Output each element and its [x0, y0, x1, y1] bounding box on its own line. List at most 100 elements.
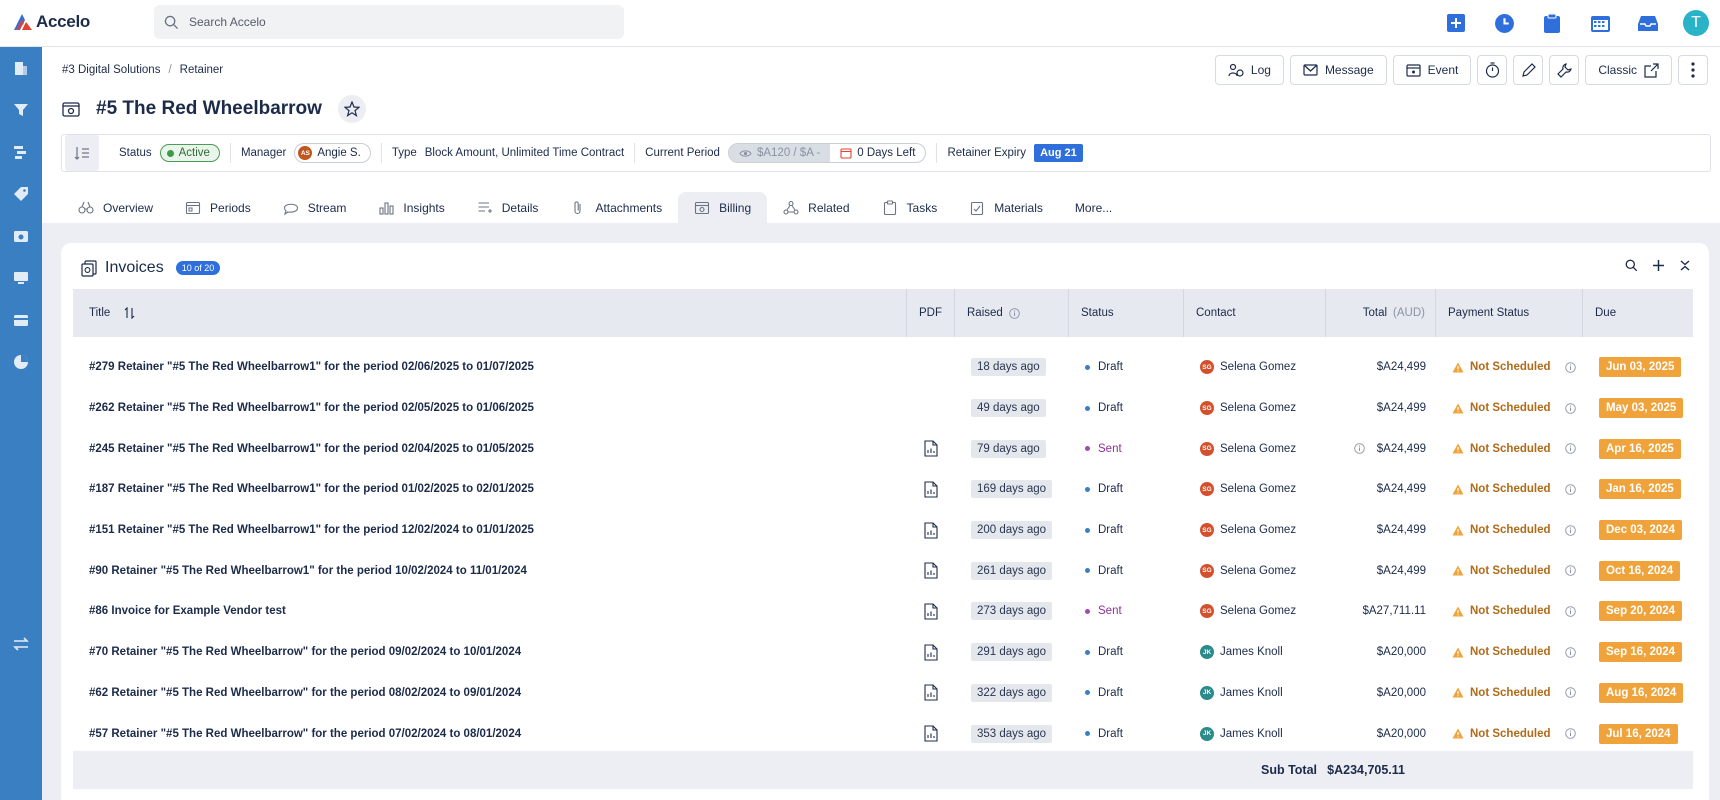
tab-related[interactable]: Related	[767, 192, 865, 224]
accelo-logo[interactable]: Accelo	[12, 11, 90, 33]
tab-more[interactable]: More...	[1059, 192, 1128, 224]
pdf-icon[interactable]	[924, 522, 938, 539]
sidebar-item-sales[interactable]	[0, 89, 42, 131]
tools-button[interactable]	[1549, 55, 1580, 85]
search-input[interactable]	[189, 15, 589, 29]
info-icon[interactable]	[1564, 646, 1576, 658]
tab-periods[interactable]: Periods	[169, 192, 267, 224]
invoice-title[interactable]: #57 Retainer "#5 The Red Wheelbarrow" fo…	[73, 728, 907, 740]
sidebar-item-projects[interactable]	[0, 131, 42, 173]
sidebar-item-billing[interactable]	[0, 299, 42, 341]
breadcrumb-retainer[interactable]: Retainer	[180, 64, 223, 76]
pdf-icon[interactable]	[924, 603, 938, 620]
timer-button[interactable]	[1480, 0, 1528, 46]
tab-billing[interactable]: Billing	[678, 192, 768, 224]
tab-insights[interactable]: Insights	[362, 192, 460, 224]
tab-materials[interactable]: Materials	[953, 192, 1059, 224]
sidebar-item-services[interactable]	[0, 257, 42, 299]
invoice-contact[interactable]: JK James Knoll	[1184, 685, 1326, 700]
quick-add-button[interactable]	[1432, 0, 1480, 46]
table-row[interactable]: #86 Invoice for Example Vendor test 273 d…	[73, 591, 1693, 632]
column-total[interactable]: Total (AUD)	[1326, 289, 1436, 337]
inbox-button[interactable]	[1624, 0, 1672, 46]
invoice-contact[interactable]: SG Selena Gomez	[1184, 604, 1326, 619]
invoice-contact[interactable]: SG Selena Gomez	[1184, 523, 1326, 538]
invoice-title[interactable]: #151 Retainer "#5 The Red Wheelbarrow1" …	[73, 524, 907, 536]
stopwatch-button[interactable]	[1477, 55, 1508, 85]
table-row[interactable]: #70 Retainer "#5 The Red Wheelbarrow" fo…	[73, 632, 1693, 673]
info-icon[interactable]	[1564, 443, 1576, 454]
invoice-title[interactable]: #262 Retainer "#5 The Red Wheelbarrow1" …	[73, 402, 907, 414]
info-icon[interactable]	[1564, 606, 1576, 617]
message-button[interactable]: Message	[1289, 55, 1387, 85]
event-button[interactable]: Event	[1392, 55, 1472, 85]
info-icon[interactable]	[1564, 687, 1576, 699]
pdf-icon[interactable]	[924, 440, 938, 457]
column-status[interactable]: Status	[1069, 289, 1184, 337]
pdf-icon[interactable]	[924, 684, 938, 701]
table-row[interactable]: #62 Retainer "#5 The Red Wheelbarrow" fo…	[73, 673, 1693, 714]
invoice-contact[interactable]: SG Selena Gomez	[1184, 401, 1326, 416]
pdf-icon[interactable]	[924, 562, 938, 579]
column-contact[interactable]: Contact	[1184, 289, 1326, 337]
invoice-contact[interactable]: JK James Knoll	[1184, 726, 1326, 741]
info-icon[interactable]	[1009, 307, 1020, 319]
expiry-badge[interactable]: Aug 21	[1034, 144, 1083, 162]
user-menu-button[interactable]: T	[1672, 0, 1720, 46]
search-icon[interactable]	[1625, 259, 1638, 272]
sidebar-item-retainers[interactable]	[0, 215, 42, 257]
invoice-title[interactable]: #90 Retainer "#5 The Red Wheelbarrow1" f…	[73, 565, 907, 577]
invoice-title[interactable]: #86 Invoice for Example Vendor test	[73, 605, 907, 617]
pdf-icon[interactable]	[924, 481, 938, 498]
column-payment-status[interactable]: Payment Status	[1436, 289, 1583, 337]
fields-toggle-button[interactable]	[65, 135, 99, 171]
add-icon[interactable]	[1652, 259, 1665, 272]
favorite-button[interactable]	[337, 95, 366, 123]
invoice-title[interactable]: #279 Retainer "#5 The Red Wheelbarrow1" …	[73, 361, 907, 373]
invoice-contact[interactable]: SG Selena Gomez	[1184, 563, 1326, 578]
collapse-icon[interactable]	[1679, 259, 1691, 272]
table-row[interactable]: #187 Retainer "#5 The Red Wheelbarrow1" …	[73, 469, 1693, 510]
info-icon[interactable]	[1564, 524, 1576, 536]
log-button[interactable]: Log	[1214, 55, 1284, 85]
period-pill[interactable]: $A120 / $A - 0 Days Left	[727, 143, 927, 163]
info-icon[interactable]	[1353, 443, 1365, 454]
breadcrumb-company[interactable]: #3 Digital Solutions	[62, 64, 160, 76]
invoice-title[interactable]: #187 Retainer "#5 The Red Wheelbarrow1" …	[73, 483, 907, 495]
table-row[interactable]: #90 Retainer "#5 The Red Wheelbarrow1" f…	[73, 550, 1693, 591]
tab-overview[interactable]: Overview	[62, 192, 169, 224]
tab-stream[interactable]: Stream	[267, 192, 363, 224]
column-raised[interactable]: Raised	[955, 289, 1069, 337]
info-icon[interactable]	[1564, 565, 1576, 577]
invoice-contact[interactable]: JK James Knoll	[1184, 645, 1326, 660]
column-due[interactable]: Due	[1583, 289, 1693, 337]
edit-button[interactable]	[1513, 55, 1544, 85]
column-title[interactable]: Title	[73, 289, 907, 337]
search-bar[interactable]	[154, 5, 624, 39]
sidebar-item-companies[interactable]	[0, 47, 42, 89]
sidebar-toggle-button[interactable]	[0, 623, 42, 665]
invoice-title[interactable]: #245 Retainer "#5 The Red Wheelbarrow1" …	[73, 443, 907, 455]
info-icon[interactable]	[1564, 728, 1576, 739]
sidebar-item-reports[interactable]	[0, 341, 42, 383]
invoice-contact[interactable]: SG Selena Gomez	[1184, 482, 1326, 497]
pdf-icon[interactable]	[924, 725, 938, 742]
status-pill[interactable]: Active	[159, 144, 220, 162]
invoice-title[interactable]: #70 Retainer "#5 The Red Wheelbarrow" fo…	[73, 646, 907, 658]
manager-pill[interactable]: AS Angie S.	[294, 143, 371, 163]
sidebar-item-tickets[interactable]	[0, 173, 42, 215]
clipboard-button[interactable]	[1528, 0, 1576, 46]
table-row[interactable]: #151 Retainer "#5 The Red Wheelbarrow1" …	[73, 510, 1693, 551]
table-row[interactable]: #57 Retainer "#5 The Red Wheelbarrow" fo…	[73, 713, 1693, 754]
invoice-contact[interactable]: SG Selena Gomez	[1184, 441, 1326, 456]
classic-view-button[interactable]: Classic	[1585, 55, 1672, 85]
invoice-contact[interactable]: SG Selena Gomez	[1184, 360, 1326, 375]
tab-details[interactable]: Details	[461, 192, 555, 224]
info-icon[interactable]	[1564, 484, 1576, 495]
table-row[interactable]: #279 Retainer "#5 The Red Wheelbarrow1" …	[73, 347, 1693, 388]
more-options-button[interactable]	[1678, 55, 1708, 85]
tab-tasks[interactable]: Tasks	[866, 192, 954, 224]
info-icon[interactable]	[1564, 362, 1576, 373]
calendar-button[interactable]	[1576, 0, 1624, 46]
table-row[interactable]: #245 Retainer "#5 The Red Wheelbarrow1" …	[73, 428, 1693, 469]
